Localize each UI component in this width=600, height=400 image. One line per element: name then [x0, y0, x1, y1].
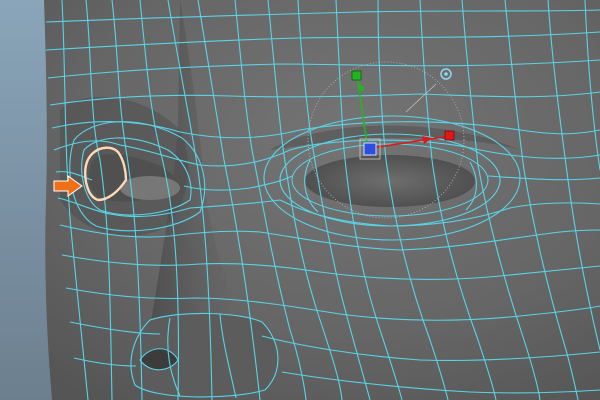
3d-viewport[interactable] — [0, 0, 600, 400]
green-y-axis-handle-icon[interactable] — [351, 70, 362, 81]
pivot-square-icon[interactable] — [363, 142, 377, 156]
left-eyeball-hint — [120, 176, 180, 200]
viewport-canvas[interactable] — [0, 0, 600, 400]
right-eye-opening[interactable] — [305, 155, 475, 207]
red-x-axis-handle-icon[interactable] — [444, 130, 455, 141]
